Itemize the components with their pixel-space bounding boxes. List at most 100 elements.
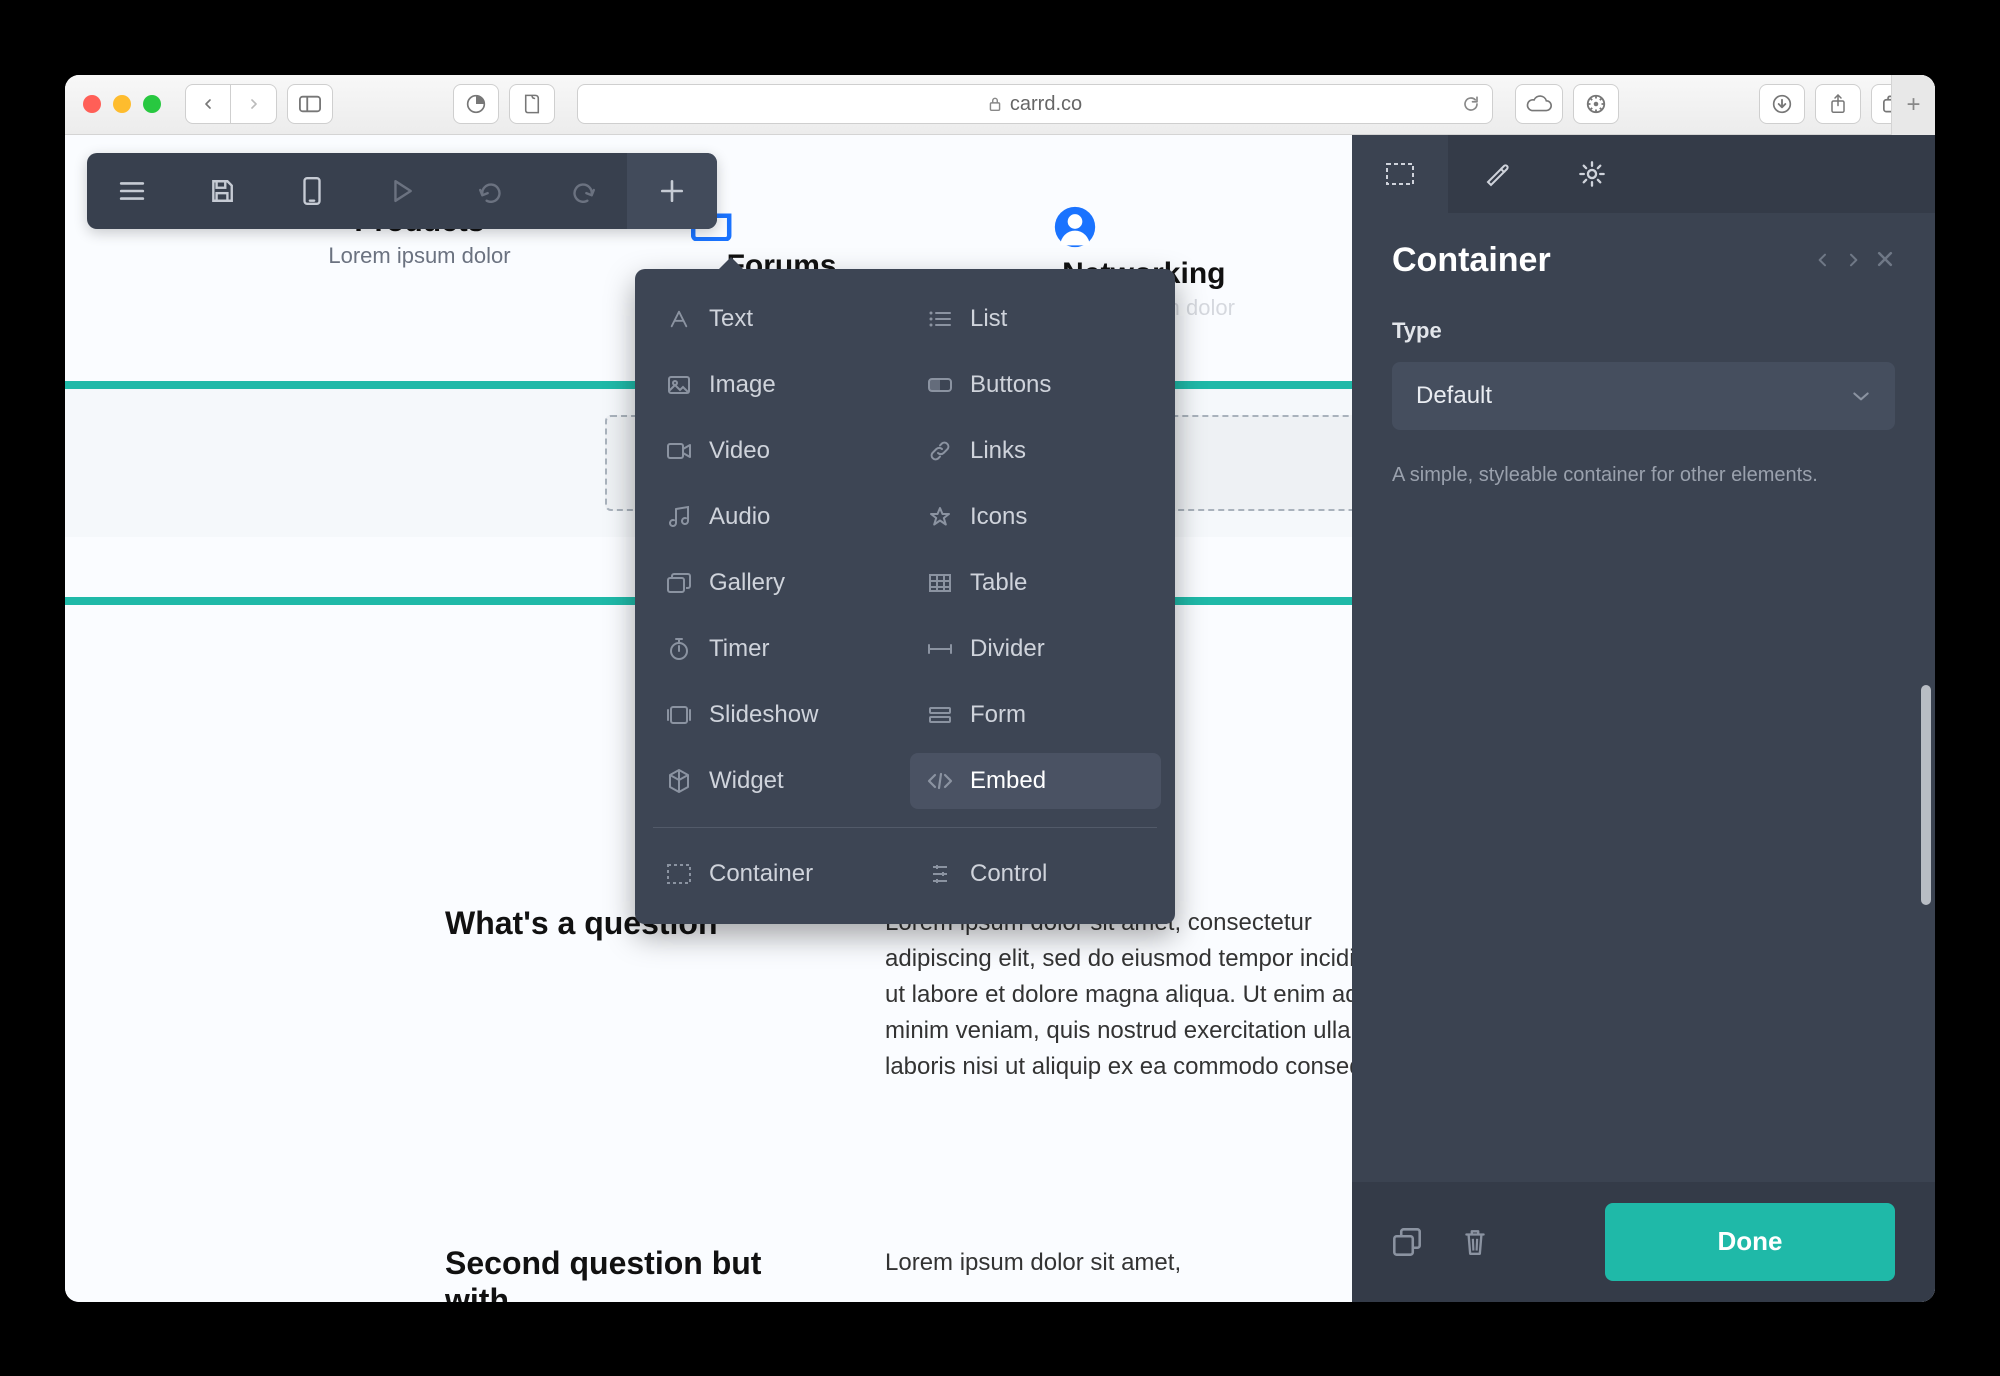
widget-icon [665, 768, 693, 794]
browser-window: carrd.co + Products L [65, 75, 1935, 1302]
faq-question: Second question but with [445, 1245, 825, 1302]
add-element-button[interactable] [627, 153, 717, 229]
type-description: A simple, styleable container for other … [1392, 460, 1895, 490]
container-icon [665, 863, 693, 885]
add-item-label: Table [970, 569, 1027, 597]
done-button[interactable]: Done [1605, 1203, 1895, 1281]
icons-icon [926, 506, 954, 528]
embed-icon [926, 772, 954, 790]
inspector-tabs [1352, 135, 1935, 213]
add-item-video[interactable]: Video [649, 423, 900, 479]
play-button[interactable] [357, 153, 447, 229]
add-item-container[interactable]: Container [649, 846, 900, 902]
redo-button[interactable] [447, 153, 537, 229]
add-item-form[interactable]: Form [910, 687, 1161, 743]
reader-button[interactable] [509, 84, 555, 124]
type-select[interactable]: Default [1392, 362, 1895, 430]
inspector-prev-button[interactable] [1815, 249, 1831, 271]
inspector-footer: Done [1352, 1182, 1935, 1302]
extensions-button[interactable] [1573, 84, 1619, 124]
add-item-audio[interactable]: Audio [649, 489, 900, 545]
add-item-control[interactable]: Control [910, 846, 1161, 902]
divider-icon [926, 643, 954, 655]
image-icon [665, 375, 693, 395]
add-item-links[interactable]: Links [910, 423, 1161, 479]
add-item-image[interactable]: Image [649, 357, 900, 413]
type-label: Type [1392, 318, 1895, 344]
add-item-label: Embed [970, 767, 1046, 795]
inspector-tab-element[interactable] [1352, 135, 1448, 213]
add-item-label: Icons [970, 503, 1027, 531]
add-element-menu: Text List Image Buttons Video Links Audio Icons… [635, 269, 1175, 924]
text-icon [665, 308, 693, 330]
add-item-embed[interactable]: Embed [910, 753, 1161, 809]
menu-separator [653, 827, 1157, 828]
menu-button[interactable] [87, 153, 177, 229]
privacy-button[interactable] [453, 84, 499, 124]
add-item-buttons[interactable]: Buttons [910, 357, 1161, 413]
reload-button[interactable] [1462, 95, 1480, 113]
page-content: Products Lorem ipsum dolor Forums Lorem … [65, 135, 1935, 1302]
add-item-gallery[interactable]: Gallery [649, 555, 900, 611]
form-icon [926, 706, 954, 724]
add-item-label: List [970, 305, 1007, 333]
slideshow-icon [665, 705, 693, 725]
icloud-button[interactable] [1515, 84, 1563, 124]
list-icon [926, 310, 954, 328]
inspector-title: Container [1392, 241, 1551, 280]
share-button[interactable] [1815, 84, 1861, 124]
add-item-label: Links [970, 437, 1026, 465]
type-select-value: Default [1416, 382, 1492, 410]
add-item-icons[interactable]: Icons [910, 489, 1161, 545]
back-button[interactable] [185, 84, 231, 124]
add-item-label: Container [709, 860, 813, 888]
add-item-label: Text [709, 305, 753, 333]
add-item-label: Control [970, 860, 1047, 888]
add-item-divider[interactable]: Divider [910, 621, 1161, 677]
downloads-button[interactable] [1759, 84, 1805, 124]
links-icon [926, 439, 954, 463]
browser-titlebar: carrd.co + [65, 75, 1935, 135]
user-icon [1053, 205, 1235, 249]
inspector-next-button[interactable] [1845, 249, 1861, 271]
add-item-label: Buttons [970, 371, 1051, 399]
traffic-lights [83, 95, 161, 113]
inspector-tab-settings[interactable] [1544, 135, 1640, 213]
add-item-label: Slideshow [709, 701, 818, 729]
window-minimize-button[interactable] [113, 95, 131, 113]
new-tab-button[interactable]: + [1891, 75, 1935, 135]
faq-answer: Lorem ipsum dolor sit amet, [885, 1245, 1181, 1302]
sidebar-toggle-button[interactable] [287, 84, 333, 124]
inspector-tab-style[interactable] [1448, 135, 1544, 213]
chevron-down-icon [1851, 389, 1871, 403]
inspector-nav [1815, 249, 1895, 271]
inspector-scrollbar[interactable] [1921, 685, 1931, 905]
add-item-widget[interactable]: Widget [649, 753, 900, 809]
undo-button[interactable] [537, 153, 627, 229]
add-item-table[interactable]: Table [910, 555, 1161, 611]
table-icon [926, 573, 954, 593]
gallery-icon [665, 572, 693, 594]
add-item-timer[interactable]: Timer [649, 621, 900, 677]
inspector-panel: Container Type Default [1352, 135, 1935, 1302]
add-item-slideshow[interactable]: Slideshow [649, 687, 900, 743]
add-item-label: Form [970, 701, 1026, 729]
window-close-button[interactable] [83, 95, 101, 113]
duplicate-button[interactable] [1392, 1227, 1422, 1257]
device-preview-button[interactable] [267, 153, 357, 229]
forward-button[interactable] [231, 84, 277, 124]
timer-icon [665, 637, 693, 661]
video-icon [665, 442, 693, 460]
save-button[interactable] [177, 153, 267, 229]
address-bar[interactable]: carrd.co [577, 84, 1493, 124]
add-item-list[interactable]: List [910, 291, 1161, 347]
control-icon [926, 863, 954, 885]
faq-question: What's a question [445, 905, 825, 1085]
audio-icon [665, 505, 693, 529]
delete-button[interactable] [1462, 1227, 1488, 1257]
add-item-label: Audio [709, 503, 770, 531]
inspector-body: Type Default A simple, styleable contain… [1352, 290, 1935, 1182]
add-item-text[interactable]: Text [649, 291, 900, 347]
inspector-close-button[interactable] [1875, 249, 1895, 271]
window-zoom-button[interactable] [143, 95, 161, 113]
